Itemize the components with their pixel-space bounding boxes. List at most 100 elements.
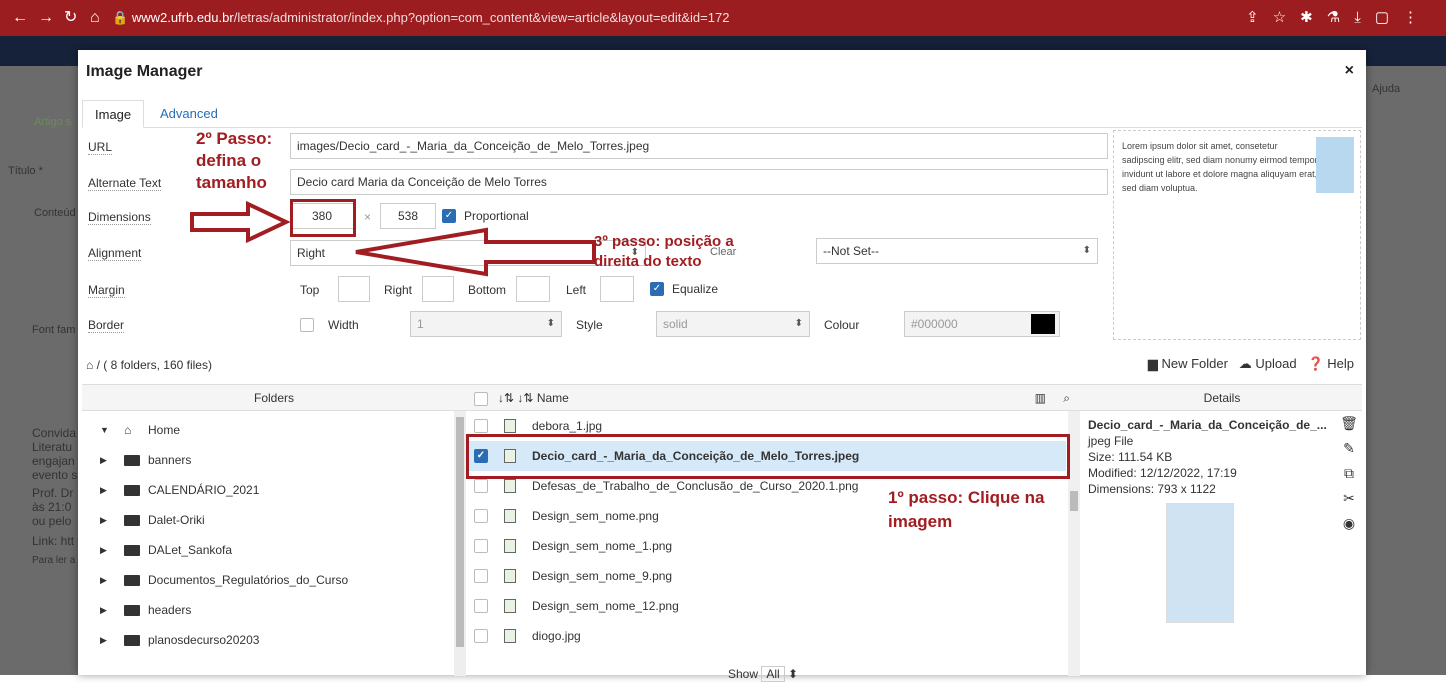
file-toolbar: ▆ New Folder ☁ Upload ❓ Help (1148, 356, 1354, 372)
selected-file-highlight-box (466, 434, 1070, 479)
image-file-icon (504, 539, 516, 553)
back-icon[interactable]: ← (12, 0, 28, 36)
file-row[interactable]: Design_sem_nome_12.png (466, 591, 1066, 621)
step3-annotation: 3º passo: posição a direita do texto (594, 233, 734, 270)
left-arrow-annotation (355, 227, 596, 277)
file-actions: 🗑 ✎ ⧉ ✂ ◉ (1336, 411, 1362, 676)
bg-article-tab: Artigo s (34, 116, 72, 128)
image-file-icon (504, 599, 516, 613)
copy-icon[interactable]: ⧉ (1336, 461, 1362, 486)
modal-tabs: Image Advanced (82, 100, 1362, 128)
margin-right-label: Right (384, 283, 413, 297)
home-icon[interactable]: ⌂ (90, 0, 100, 36)
home-icon: ⌂ (124, 423, 132, 437)
proportional-label: Proportional (464, 209, 529, 223)
details-type: jpeg File (1088, 434, 1134, 448)
margin-right-input[interactable] (422, 276, 454, 302)
preview-lorem-text: Lorem ipsum dolor sit amet, consetetur s… (1122, 141, 1318, 193)
clear-select[interactable]: --Not Set-- ⬍ (816, 238, 1098, 264)
bg-content-tab: Conteúd (34, 207, 76, 219)
proportional-checkbox[interactable]: ✓ (442, 209, 456, 223)
folder-item[interactable]: ▶ Dalet-Oriki (82, 505, 454, 535)
details-thumbnail (1166, 503, 1234, 623)
tab-image[interactable]: Image (82, 100, 145, 128)
image-file-icon (504, 569, 516, 583)
sort-icon[interactable]: ↓⇅ (498, 391, 514, 405)
folder-icon (124, 545, 140, 556)
url-input[interactable]: images/Decio_card_-_Maria_da_Conceição_d… (290, 133, 1108, 159)
folder-item[interactable]: ▶ headers (82, 595, 454, 625)
upload-button[interactable]: ☁ Upload (1239, 356, 1297, 371)
alignment-label: Alignment (88, 246, 142, 261)
edit-icon[interactable]: ✎ (1336, 436, 1362, 461)
alt-text-label: Alternate Text (88, 176, 162, 191)
browser-extension-icons[interactable]: ⇪☆✱⚗⤓▢⋮ (1246, 0, 1432, 36)
folder-icon (124, 455, 140, 466)
folder-item[interactable]: ▶ planosdecurso20203 (82, 625, 454, 655)
width-highlight-box (290, 199, 356, 237)
margin-top-input[interactable] (338, 276, 370, 302)
equalize-checkbox[interactable]: ✓ (650, 282, 664, 296)
border-style-select[interactable]: solid ⬍ (656, 311, 810, 337)
folder-tree: ▼ ⌂ Home ▶ banners ▶ CALENDÁRIO_2021 ▶ Dalet-… (82, 411, 454, 676)
file-row[interactable]: Design_sem_nome_1.png (466, 531, 1066, 561)
border-checkbox[interactable] (300, 318, 314, 332)
bg-help-label: Ajuda (1372, 83, 1401, 95)
cut-icon[interactable]: ✂ (1336, 486, 1362, 511)
margin-left-input[interactable] (600, 276, 634, 302)
border-colour-label: Colour (824, 318, 860, 332)
folder-icon (124, 635, 140, 646)
border-width-label: Width (328, 318, 359, 332)
margin-bottom-input[interactable] (516, 276, 550, 302)
url-label: URL (88, 140, 113, 155)
dimensions-label: Dimensions (88, 210, 151, 225)
folder-item[interactable]: ▶ DALet_Sankofa (82, 535, 454, 565)
home-icon[interactable]: ⌂ (86, 358, 93, 372)
forward-icon[interactable]: → (38, 0, 54, 36)
border-width-select[interactable]: 1 ⬍ (410, 311, 562, 337)
folder-icon (124, 485, 140, 496)
details-filename: Decio_card_-_Maria_da_Conceição_de_... (1088, 418, 1326, 432)
alt-text-input[interactable]: Decio card Maria da Conceição de Melo To… (290, 169, 1108, 195)
folder-icon (124, 605, 140, 616)
file-row[interactable]: diogo.jpg (466, 621, 1066, 651)
border-style-label: Style (576, 318, 603, 332)
details-dimensions: Dimensions: 793 x 1122 (1088, 482, 1216, 496)
reload-icon[interactable]: ↻ (64, 0, 77, 36)
name-header[interactable]: ↓⇅ ↓⇅ Name ▥ ⌕ (466, 385, 1082, 411)
border-colour-input[interactable]: #000000 (904, 311, 1060, 337)
folder-item[interactable]: ▶ CALENDÁRIO_2021 (82, 475, 454, 505)
help-button[interactable]: ❓ Help (1307, 356, 1354, 371)
image-file-icon (504, 479, 516, 493)
folder-item[interactable]: ▼ ⌂ Home (82, 415, 454, 445)
folder-scrollbar[interactable] (454, 411, 466, 676)
bg-body-text: Convida Literatu engajan evento s Prof. Dr à… (32, 426, 78, 566)
view-toggle-icon[interactable]: ▥ (1035, 385, 1046, 411)
margin-top-label: Top (300, 283, 320, 297)
margin-left-label: Left (566, 283, 587, 297)
border-label: Border (88, 318, 125, 333)
folder-icon (124, 575, 140, 586)
search-icon[interactable]: ⌕ (1063, 385, 1070, 411)
select-all-checkbox[interactable] (474, 391, 488, 406)
times-sign: × (364, 210, 372, 224)
address-bar[interactable]: 🔒 www2.ufrb.edu.br/letras/administrator/… (112, 6, 1432, 30)
delete-icon[interactable]: 🗑 (1336, 411, 1362, 436)
bg-font-label: Font fam (32, 324, 76, 336)
file-manager: Folders ↓⇅ ↓⇅ Name ▥ ⌕ Details ▼ ⌂ Home ▶ b… (82, 384, 1362, 676)
breadcrumb[interactable]: ⌂ / ( 8 folders, 160 files) (86, 358, 212, 372)
view-icon[interactable]: ◉ (1336, 511, 1362, 536)
margin-bottom-label: Bottom (468, 283, 507, 297)
file-row[interactable]: Design_sem_nome_9.png (466, 561, 1066, 591)
tab-advanced[interactable]: Advanced (148, 100, 230, 128)
close-icon[interactable]: × (1345, 62, 1354, 80)
preview-thumbnail (1316, 137, 1354, 193)
folder-item[interactable]: ▶ banners (82, 445, 454, 475)
sort-icon[interactable]: ↓⇅ (517, 391, 533, 405)
folder-item[interactable]: ▶ Documentos_Regulatórios_do_Curso (82, 565, 454, 595)
image-file-icon (504, 629, 516, 643)
show-filter[interactable]: Show All ⬍ (728, 666, 798, 682)
image-file-icon (504, 419, 516, 433)
new-folder-button[interactable]: ▆ New Folder (1148, 356, 1228, 371)
margin-label: Margin (88, 283, 125, 298)
